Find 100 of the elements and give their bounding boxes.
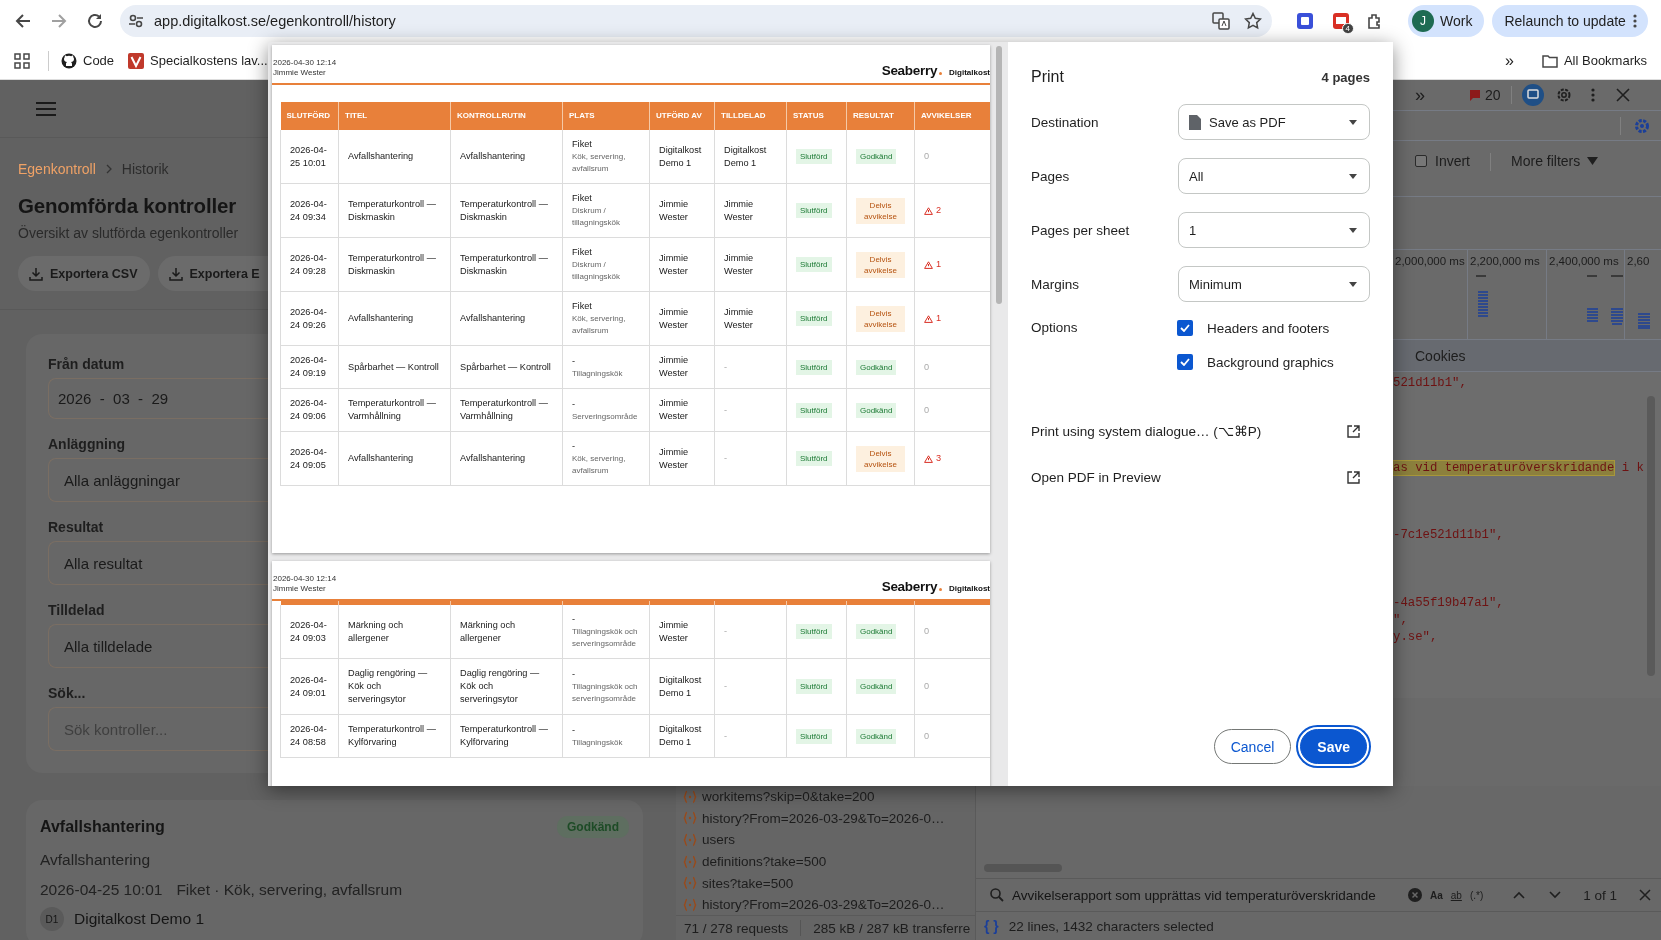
json-icon [683, 832, 697, 847]
site-name: Fiket [572, 138, 593, 151]
breadcrumb-link[interactable]: Egenkontroll [18, 161, 96, 177]
table-cell: 2026-04-24 09:06 [280, 388, 339, 432]
request-item[interactable]: sites?take=500 [676, 872, 975, 894]
star-icon[interactable] [1244, 12, 1262, 30]
export-button[interactable]: Exportera E [157, 256, 268, 291]
table-cell: Avfallshantering [338, 431, 451, 486]
code-line: as vid temperaturöverskridande i k [1393, 459, 1644, 477]
error-count[interactable]: 20 [1469, 87, 1501, 103]
setting-label: Pages per sheet [1031, 222, 1130, 238]
site-settings-icon[interactable] [128, 13, 144, 29]
export-button[interactable]: Exportera CSV [18, 256, 150, 291]
cookies-tab[interactable]: Cookies [1415, 347, 1466, 364]
card-person: Digitalkost Demo 1 [74, 910, 205, 928]
pretty-print-button[interactable]: { } [984, 918, 999, 934]
match-case-toggle[interactable]: Aa [1429, 889, 1443, 901]
profile-button[interactable]: J Work [1408, 5, 1485, 37]
back-icon[interactable] [14, 12, 32, 30]
invert-checkbox[interactable]: Invert [1415, 153, 1470, 169]
card-date: 2026-04-25 10:01 [40, 881, 163, 899]
search-icon [990, 888, 1004, 902]
match-count: 1 of 1 [1583, 887, 1617, 903]
regex-toggle[interactable]: (.*) [1469, 889, 1484, 901]
network-summary: 71 / 278 requests [684, 920, 789, 936]
chevron-down-icon[interactable] [1549, 891, 1562, 899]
result-card[interactable]: Avfallshantering Godkänd Avfallshantering 2026-04-25 10:01 Fiket · Kök, servering, avfallsrum D1 Digitalkost Demo 1 [26, 800, 643, 940]
cancel-button[interactable]: Cancel [1213, 729, 1292, 764]
request-item[interactable]: definitions?take=500 [676, 850, 975, 873]
site-name: - [572, 723, 577, 737]
table-cell: Jimmie Wester [649, 237, 715, 292]
request-item[interactable]: history?From=2026-03-29&To=2026-0… [676, 807, 975, 830]
table-cell: 2026-04-24 09:03 [280, 605, 339, 659]
extension-icon[interactable] [1332, 12, 1350, 30]
option-checkbox[interactable]: Headers and footers [1177, 320, 1334, 336]
table-cell: Daglig rengöring — Kök och serveringsytor [338, 658, 451, 715]
close-icon[interactable] [1615, 88, 1630, 102]
settings-icon[interactable] [1633, 116, 1651, 135]
menu-icon[interactable] [36, 100, 56, 117]
more-bookmarks-button[interactable]: » [1505, 51, 1514, 70]
dropdown[interactable]: Minimum [1178, 266, 1370, 302]
table-cell: Jimmie Wester [714, 237, 787, 292]
reload-icon[interactable] [86, 12, 104, 30]
dropdown[interactable]: All [1178, 158, 1370, 194]
bookmark-link[interactable]: Specialkostens lav... [128, 52, 268, 69]
network-summary: 285 kB / 287 kB transferre [813, 920, 971, 936]
table-cell: Jimmie Wester [714, 183, 787, 238]
dropdown[interactable]: Save as PDF [1178, 104, 1370, 140]
request-item[interactable]: workitems?skip=0&take=200 [676, 786, 975, 808]
table-cell: Jimmie Wester [714, 291, 787, 346]
bookmark-link[interactable]: Code [61, 52, 115, 69]
translate-icon[interactable] [1212, 12, 1230, 30]
dropdown[interactable]: 1 [1178, 212, 1370, 248]
select-field[interactable]: Alla tilldelade [48, 624, 268, 668]
site-name: - [572, 613, 577, 626]
whole-word-toggle[interactable]: ab [1450, 889, 1462, 901]
status-badge: Slutförd [796, 451, 832, 466]
close-icon[interactable] [1639, 889, 1651, 901]
search-field[interactable]: Avvikelserapport som upprättas vid temperaturöverskridande [1012, 887, 1400, 903]
relaunch-button[interactable]: Relaunch to update [1492, 5, 1648, 37]
apps-icon[interactable] [14, 52, 30, 69]
date-field[interactable]: 2026 - 03 - 29 [48, 378, 268, 419]
extension-icon[interactable] [1296, 12, 1314, 30]
option-checkbox[interactable]: Background graphics [1177, 354, 1334, 370]
table-cell: Jimmie Wester [649, 291, 715, 346]
kebab-icon[interactable] [1589, 87, 1596, 103]
status-badge: Slutförd [796, 311, 832, 326]
request-item[interactable]: history?From=2026-03-29&To=2026-0… [676, 893, 975, 916]
forward-icon[interactable] [50, 12, 68, 30]
request-item[interactable]: users [676, 829, 975, 851]
scrollbar[interactable] [996, 46, 1002, 304]
more-filters-button[interactable]: More filters [1511, 153, 1599, 169]
all-bookmarks-link[interactable]: All Bookmarks [1541, 53, 1647, 68]
status-badge: Slutförd [796, 359, 832, 375]
page-title: Genomförda kontroller [18, 194, 237, 218]
address-bar[interactable]: app.digitalkost.se/egenkontroll/history [120, 5, 1272, 37]
column-header: AVVIKELSER [914, 102, 990, 130]
result-badge: Delvis avvikelse [856, 197, 905, 224]
field-label: Sök... [48, 685, 87, 701]
table-cell: 2026-04-24 09:34 [280, 183, 339, 238]
table-cell: 2026-04-25 10:01 [280, 130, 339, 184]
select-field[interactable]: Alla resultat [48, 541, 268, 585]
site-area: Kök, servering, avfallsrum [572, 151, 640, 175]
dialog-link[interactable]: Print using system dialogue… (⌥⌘P) [1031, 408, 1370, 454]
brand-logo: Seaberry [881, 579, 938, 594]
json-icon [683, 854, 697, 869]
chevron-up-icon[interactable] [1513, 891, 1526, 899]
dialog-link[interactable]: Open PDF in Preview [1031, 454, 1370, 500]
table-cell: Spårbarhet — Kontroll [450, 345, 563, 389]
timeline-label: 2,000,000 ms [1395, 255, 1466, 267]
setting-label: Destination [1031, 114, 1099, 130]
site-area: Serveringsområde [572, 410, 640, 423]
clear-icon[interactable] [1407, 888, 1422, 902]
deviation-count: 3 [924, 452, 982, 465]
field-label: Anläggning [48, 436, 126, 452]
table-cell: 2026-04-24 09:19 [280, 345, 339, 389]
select-field[interactable]: Alla anläggningar [48, 458, 268, 502]
more-tabs-button[interactable]: » [1415, 84, 1425, 106]
table-cell: Temperaturkontroll — Diskmaskin [338, 183, 451, 238]
table-cell: Digitalkost Demo 1 [649, 130, 715, 184]
